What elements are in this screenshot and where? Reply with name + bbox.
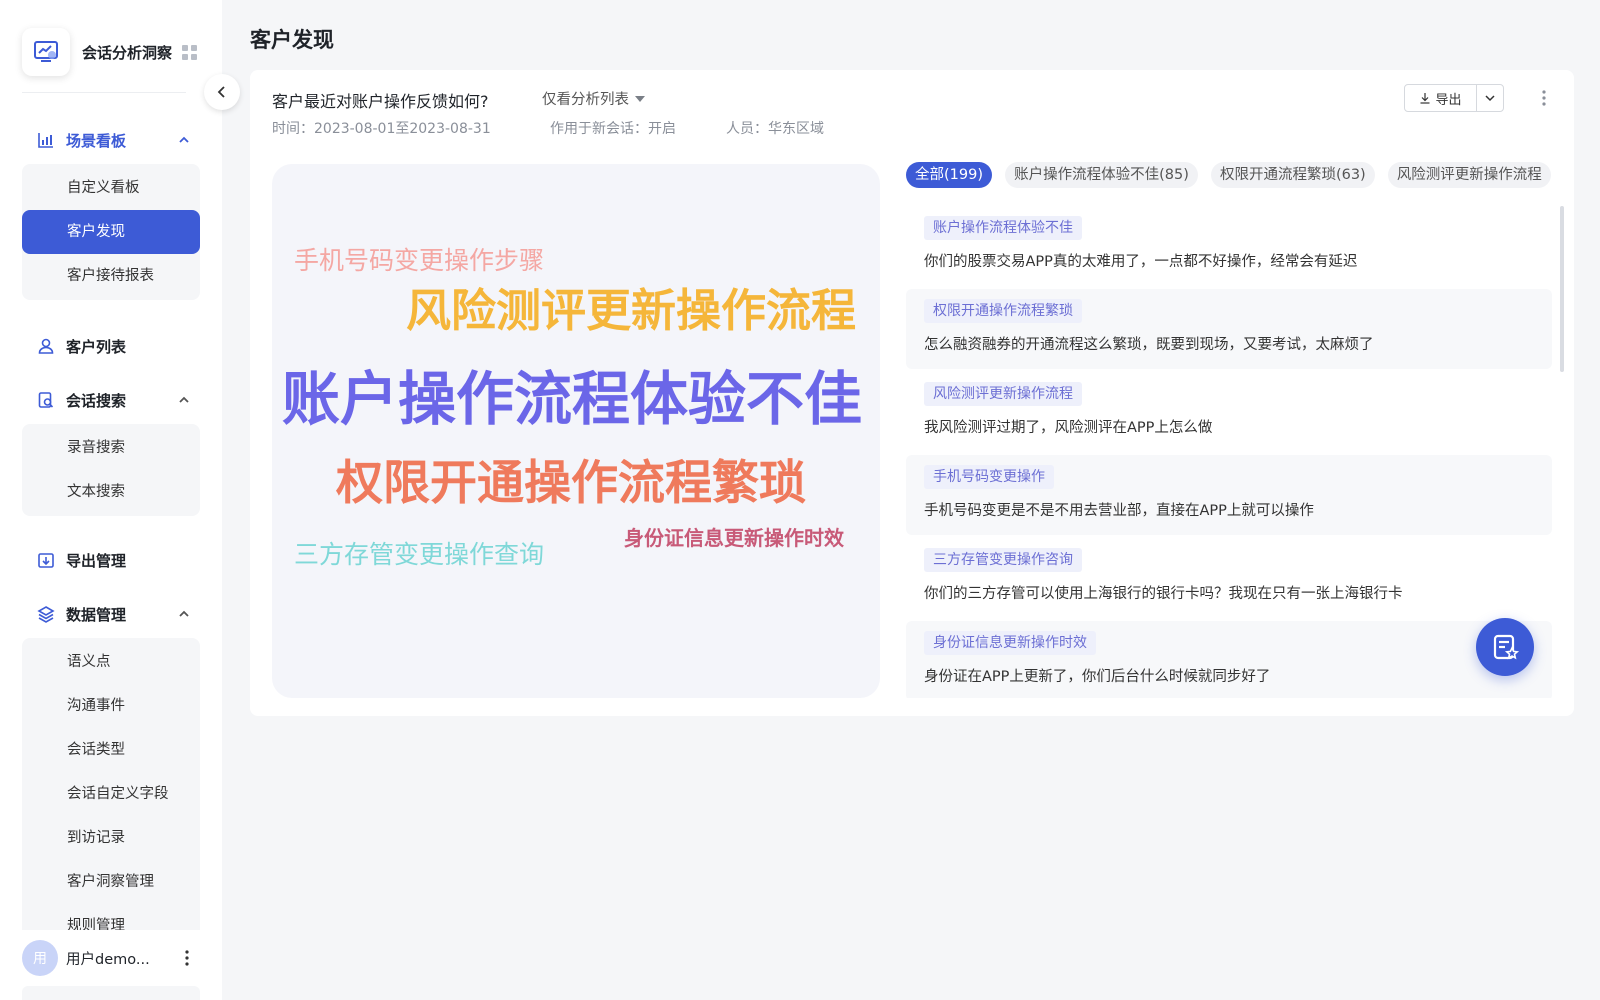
cloud-word[interactable]: 账户操作流程体验不佳 [282, 370, 862, 428]
favorite-document-icon [1493, 634, 1520, 660]
page-title: 客户发现 [250, 28, 334, 52]
sidebar-item-audio-search[interactable]: 录音搜索 [22, 426, 200, 470]
cloud-word[interactable]: 手机号码变更操作步骤 [294, 248, 544, 273]
feedback-text: 你们的股票交易APP真的太难用了，一点都不好操作，经常会有延迟 [924, 254, 1358, 270]
list-item[interactable]: 风险测评更新操作流程 我风险测评过期了，风险测评在APP上怎么做 [906, 372, 1552, 452]
topic-tag: 风险测评更新操作流程 [924, 382, 1082, 406]
nav-group-label: 数据管理 [66, 605, 127, 624]
meta-apply: 作用于新会话：开启 [550, 121, 676, 137]
list-item[interactable]: 权限开通操作流程繁琐 怎么融资融券的开通流程这么繁琐，既要到现场，又要考试，太麻… [906, 289, 1552, 369]
sidebar-item-session-types[interactable]: 会话类型 [22, 728, 200, 772]
export-button-group: 导出 [1404, 84, 1504, 112]
export-button[interactable]: 导出 [1405, 85, 1477, 111]
sidebar-item-text-search[interactable]: 文本搜索 [22, 470, 200, 514]
list-scrollbar[interactable] [1560, 206, 1564, 372]
nav-group-label: 导出管理 [66, 551, 127, 570]
floating-favorites-button[interactable] [1476, 618, 1534, 676]
nav-sub-session-search: 录音搜索 文本搜索 [22, 424, 200, 516]
search-doc-icon [36, 390, 56, 410]
cloud-word[interactable]: 权限开通操作流程繁琐 [336, 460, 806, 507]
export-icon [36, 550, 56, 570]
nav-group-session-search[interactable]: 会话搜索 [22, 382, 200, 418]
feedback-text: 手机号码变更是不是不用去营业部，直接在APP上就可以操作 [924, 503, 1314, 519]
more-vertical-icon[interactable] [184, 948, 190, 968]
view-filter-select[interactable]: 仅看分析列表 [542, 88, 645, 109]
nav-group-label: 场景看板 [66, 131, 127, 150]
card-more-button[interactable] [1534, 86, 1554, 110]
export-label: 导出 [1435, 92, 1462, 108]
tab-account-operation[interactable]: 账户操作流程体验不佳(85) [1005, 162, 1198, 188]
nav-group-label: 会话搜索 [66, 391, 127, 410]
tab-permission-opening[interactable]: 权限开通流程繁琐(63) [1210, 162, 1375, 188]
list-item[interactable]: 身份证信息更新操作时效 身份证在APP上更新了，你们后台什么时候就同步好了 [906, 621, 1552, 698]
view-filter-value: 仅看分析列表 [542, 92, 629, 108]
nav-group-customer-list[interactable]: 客户列表 [22, 328, 200, 364]
nav-group-label: 客户列表 [66, 337, 127, 356]
cloud-word[interactable]: 风险测评更新操作流程 [406, 288, 856, 333]
topic-tag: 手机号码变更操作 [924, 465, 1054, 489]
sidebar-item-rule-management[interactable]: 规则管理 [22, 904, 200, 930]
sidebar-item-insight-management[interactable]: 客户洞察管理 [22, 860, 200, 904]
chevron-up-icon [179, 396, 189, 403]
divider [22, 92, 186, 93]
nav-group-export-management[interactable]: 导出管理 [22, 542, 200, 578]
app-name: 会话分析洞察 [82, 43, 173, 62]
feedback-text: 你们的三方存管可以使用上海银行的银行卡吗？我现在只有一张上海银行卡 [924, 586, 1403, 602]
sidebar-item-visit-records[interactable]: 到访记录 [22, 816, 200, 860]
topic-tag: 身份证信息更新操作时效 [924, 631, 1096, 655]
topic-tabs: 全部(199) 账户操作流程体验不佳(85) 权限开通流程繁琐(63) 风险测评… [906, 162, 1552, 190]
sidebar-item-communication-events[interactable]: 沟通事件 [22, 684, 200, 728]
bar-chart-icon [36, 130, 56, 150]
topic-tag: 账户操作流程体验不佳 [924, 216, 1082, 240]
feedback-text: 我风险测评过期了，风险测评在APP上怎么做 [924, 420, 1213, 436]
analysis-card: 客户最近对账户操作反馈如何? 仅看分析列表 时间：2023-08-01至2023… [250, 70, 1574, 716]
topic-tag: 权限开通操作流程繁琐 [924, 299, 1082, 323]
nav-sub-data-management: 语义点 沟通事件 会话类型 会话自定义字段 到访记录 客户洞察管理 规则管理 [22, 638, 200, 930]
download-icon [1420, 93, 1430, 104]
nav-sub-scene-board: 自定义看板 客户发现 客户接待报表 [22, 164, 200, 300]
app-switcher-icon[interactable] [182, 44, 198, 60]
collapse-sidebar-button[interactable] [204, 74, 240, 110]
nav-group-scene-board[interactable]: 场景看板 [22, 122, 200, 158]
feedback-list: 账户操作流程体验不佳 你们的股票交易APP真的太难用了，一点都不好操作，经常会有… [906, 206, 1552, 698]
tab-risk-assessment[interactable]: 风险测评更新操作流程 [1387, 162, 1551, 188]
cloud-word[interactable]: 身份证信息更新操作时效 [624, 528, 844, 548]
sidebar-item-reception-report[interactable]: 客户接待报表 [22, 254, 200, 298]
sidebar-item-customer-discovery[interactable]: 客户发现 [22, 210, 200, 254]
tab-all[interactable]: 全部(199) [906, 162, 992, 188]
topic-tag: 三方存管变更操作咨询 [924, 548, 1082, 572]
question-title: 客户最近对账户操作反馈如何? [272, 92, 489, 111]
sidebar-footer-strip [22, 986, 200, 1000]
sidebar-item-custom-board[interactable]: 自定义看板 [22, 166, 200, 210]
meta-time: 时间：2023-08-01至2023-08-31 [272, 121, 491, 137]
chevron-down-icon [1485, 95, 1495, 102]
meta-people: 人员：华东区域 [726, 121, 824, 137]
user-bar[interactable]: 用 用户demo... [22, 940, 200, 976]
cloud-word[interactable]: 三方存管变更操作查询 [294, 542, 544, 567]
feedback-text: 身份证在APP上更新了，你们后台什么时候就同步好了 [924, 669, 1271, 685]
list-item[interactable]: 三方存管变更操作咨询 你们的三方存管可以使用上海银行的银行卡吗？我现在只有一张上… [906, 538, 1552, 618]
sidebar-item-session-custom-fields[interactable]: 会话自定义字段 [22, 772, 200, 816]
app-logo-icon [22, 28, 70, 76]
feedback-text: 怎么融资融券的开通流程这么繁琐，既要到现场，又要考试，太麻烦了 [924, 337, 1374, 353]
more-vertical-icon [1542, 90, 1546, 106]
caret-down-icon [635, 95, 645, 102]
brand: 会话分析洞察 [22, 28, 222, 76]
export-dropdown-button[interactable] [1477, 85, 1503, 111]
list-item[interactable]: 手机号码变更操作 手机号码变更是不是不用去营业部，直接在APP上就可以操作 [906, 455, 1552, 535]
layers-icon [36, 604, 56, 624]
sidebar-item-semantic-points[interactable]: 语义点 [22, 640, 200, 684]
sidebar-nav-area: 会话分析洞察 场景看板 自定义看板 客户发现 客户接待报表 客户列表 会话搜索 … [0, 0, 222, 930]
avatar: 用 [22, 940, 58, 976]
list-item[interactable]: 账户操作流程体验不佳 你们的股票交易APP真的太难用了，一点都不好操作，经常会有… [906, 206, 1552, 286]
sidebar: 会话分析洞察 场景看板 自定义看板 客户发现 客户接待报表 客户列表 会话搜索 … [0, 0, 222, 1000]
nav-group-data-management[interactable]: 数据管理 [22, 596, 200, 632]
word-cloud: 手机号码变更操作步骤 风险测评更新操作流程 账户操作流程体验不佳 权限开通操作流… [272, 164, 880, 698]
user-name: 用户demo... [66, 951, 150, 968]
chevron-left-icon [217, 86, 225, 98]
chevron-up-icon [179, 136, 189, 143]
chevron-up-icon [179, 610, 189, 617]
user-icon [36, 336, 56, 356]
